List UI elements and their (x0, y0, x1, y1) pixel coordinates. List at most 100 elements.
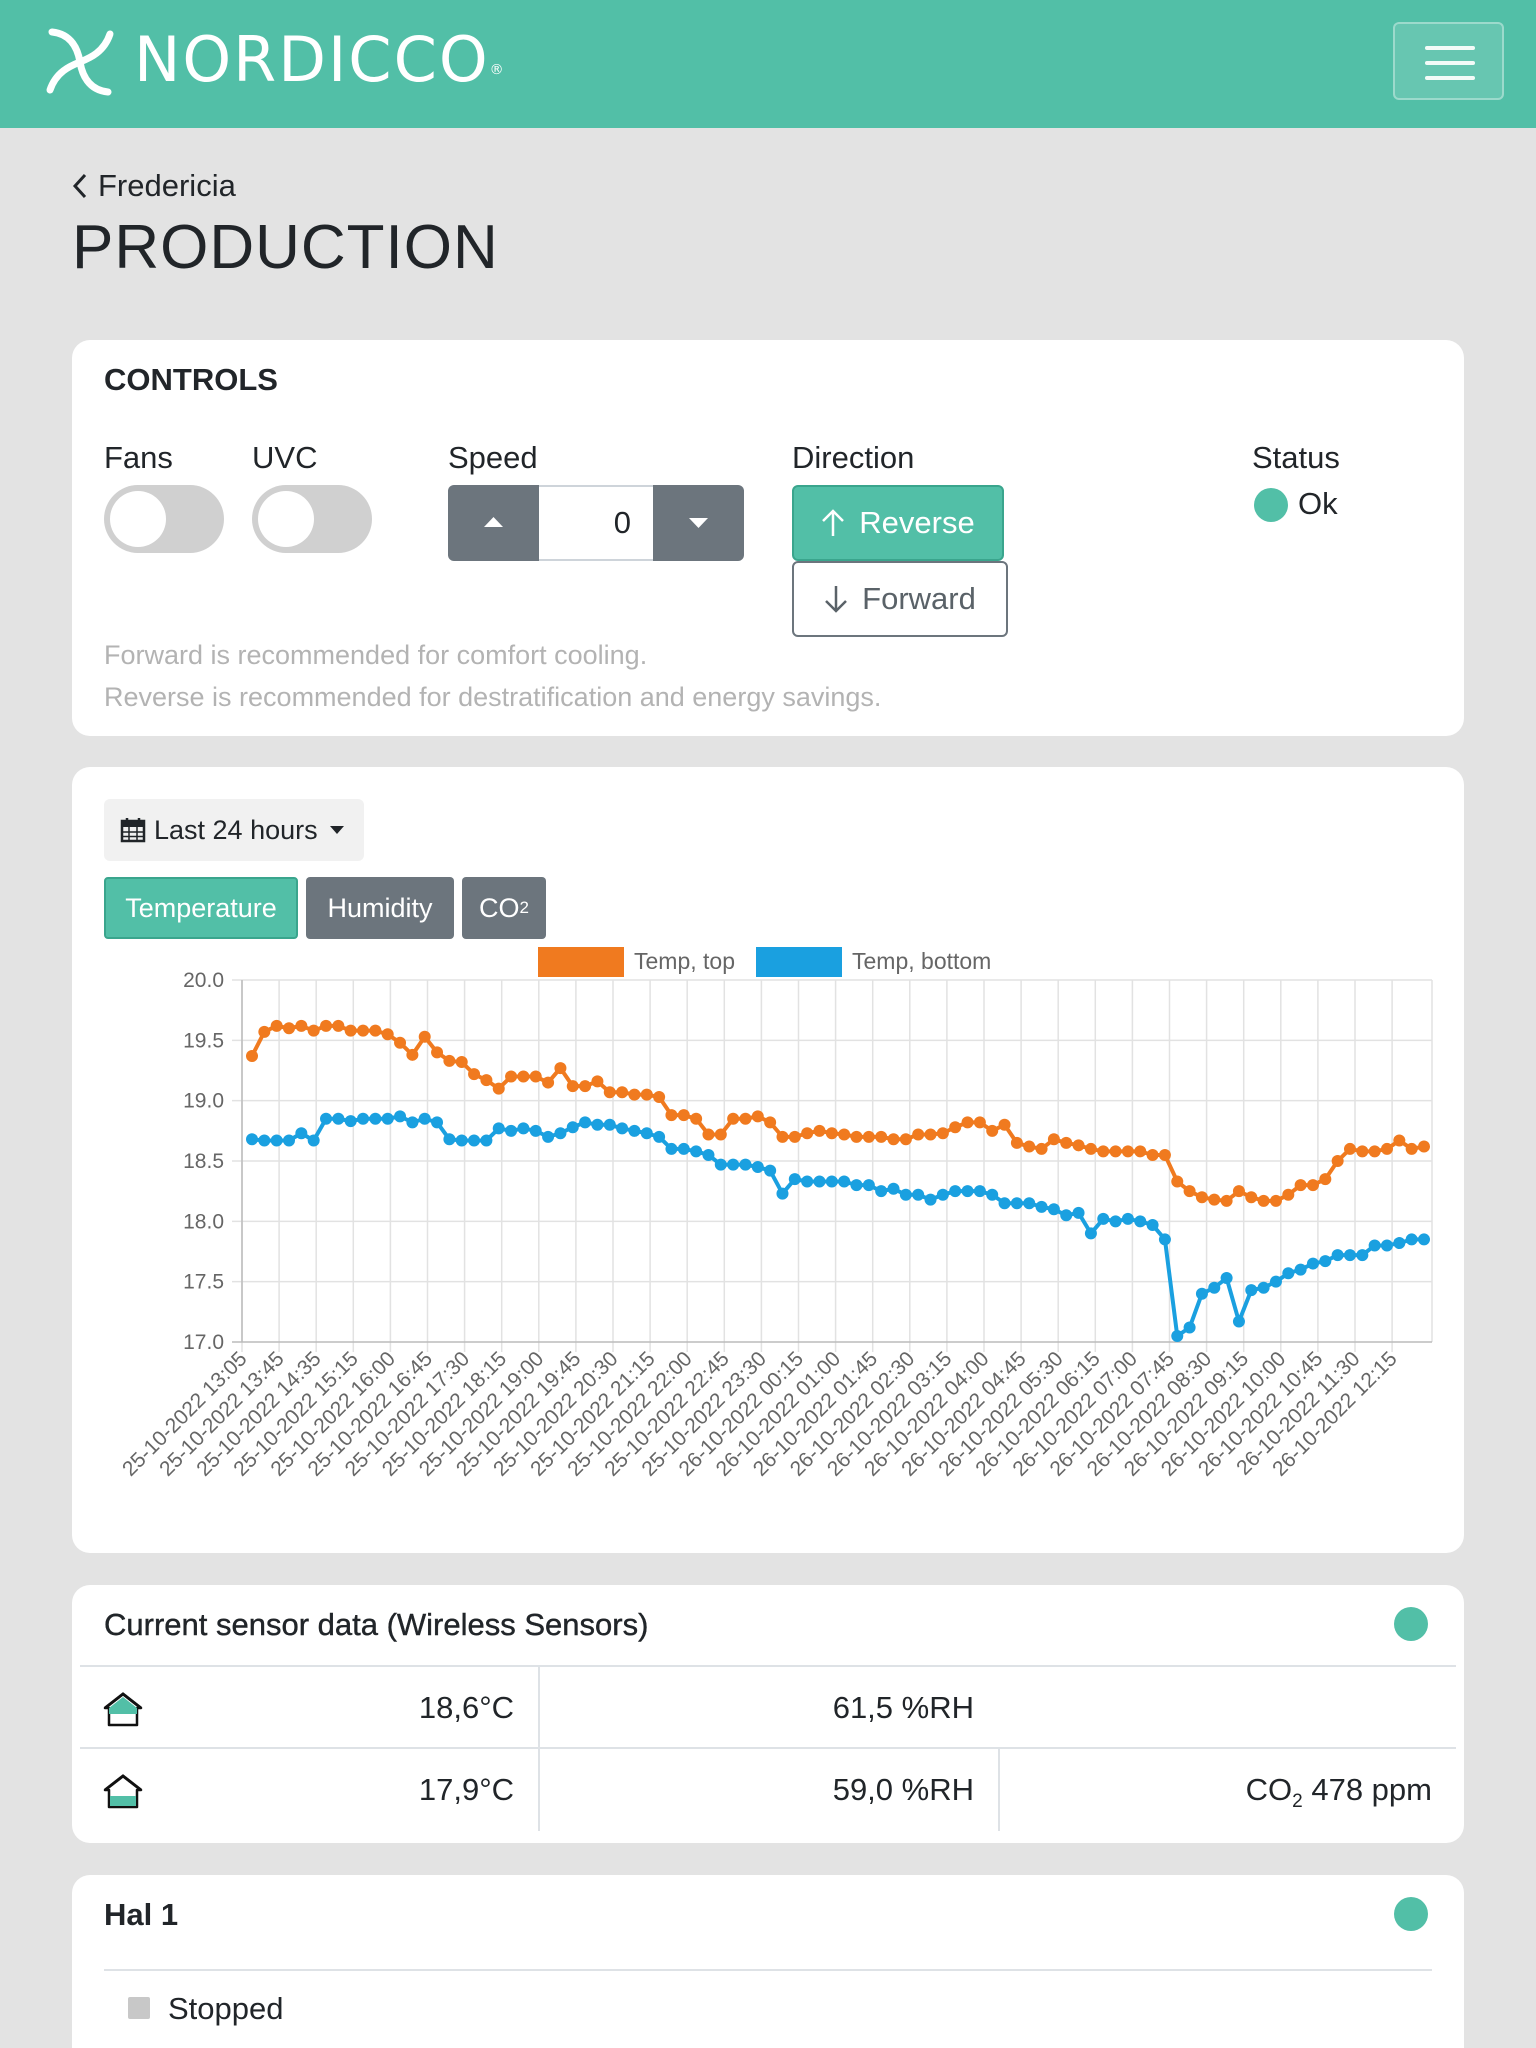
data-point (1269, 1275, 1282, 1288)
data-point (875, 1185, 888, 1198)
y-tick-label: 17.0 (183, 1331, 224, 1354)
uvc-toggle[interactable] (252, 485, 372, 553)
menu-toggle-button[interactable] (1393, 22, 1504, 100)
tab-humidity[interactable]: Humidity (306, 877, 454, 939)
speed-value-input[interactable]: 0 (539, 485, 653, 561)
data-point (862, 1130, 875, 1143)
data-point (813, 1175, 826, 1188)
data-point (776, 1187, 789, 1200)
data-point (1257, 1281, 1270, 1294)
data-point (542, 1130, 555, 1143)
data-point (1380, 1239, 1393, 1252)
data-point (924, 1193, 937, 1206)
data-point (357, 1112, 370, 1125)
data-point (1195, 1287, 1208, 1300)
data-point (603, 1086, 616, 1099)
data-point (492, 1122, 505, 1135)
divider (104, 1969, 1432, 1971)
data-point (591, 1075, 604, 1088)
brand-logo[interactable]: NORDICCO® (134, 22, 506, 98)
data-point (418, 1030, 431, 1043)
caret-up-icon (484, 517, 503, 527)
sensor-table: 18,6°C 61,5 %RH 17,9°C 59,0 %RH CO2 478 … (80, 1665, 1456, 1831)
uvc-label: UVC (252, 440, 318, 475)
data-point (1010, 1136, 1023, 1149)
data-point (973, 1185, 986, 1198)
data-point (986, 1124, 999, 1137)
toggle-knob (258, 491, 314, 547)
chevron-left-icon (72, 173, 87, 199)
data-point (283, 1134, 296, 1147)
data-point (1282, 1188, 1295, 1201)
data-point (825, 1175, 838, 1188)
pinwheel-logo-icon[interactable] (42, 24, 118, 100)
back-link[interactable]: Fredericia (72, 168, 236, 204)
tab-temperature[interactable]: Temperature (104, 877, 298, 939)
data-point (554, 1127, 567, 1140)
temperature-line-chart: Temp, top Temp, bottom25-10-2022 13:0525-… (118, 947, 1433, 1481)
fans-toggle[interactable] (104, 485, 224, 553)
y-tick-label: 20.0 (183, 969, 224, 992)
data-point (1343, 1249, 1356, 1262)
data-point (739, 1158, 752, 1171)
data-point (431, 1116, 444, 1129)
data-point (1343, 1142, 1356, 1155)
hal-card: Hal 1 Stopped (72, 1875, 1464, 2048)
data-point (381, 1112, 394, 1125)
data-point (690, 1145, 703, 1158)
sensor-data-heading: Current sensor data (Wireless Sensors) (104, 1607, 649, 1642)
data-point (1047, 1203, 1060, 1216)
data-point (1257, 1194, 1270, 1207)
data-point (1245, 1284, 1258, 1297)
data-point (924, 1128, 937, 1141)
data-point (727, 1112, 740, 1125)
data-point (517, 1070, 530, 1083)
data-point (369, 1024, 382, 1037)
data-point (418, 1112, 431, 1125)
data-point (566, 1080, 579, 1093)
data-point (640, 1088, 653, 1101)
data-point (1356, 1145, 1369, 1158)
data-point (1393, 1237, 1406, 1250)
data-point (369, 1112, 382, 1125)
tab-co2[interactable]: CO 2 (462, 877, 546, 939)
data-point (1060, 1209, 1073, 1222)
stopped-status-icon (128, 1997, 150, 2019)
data-point (653, 1091, 666, 1104)
data-point (1306, 1179, 1319, 1192)
forward-button[interactable]: Forward (792, 561, 1008, 637)
legend-swatch (756, 947, 842, 977)
reverse-button[interactable]: Reverse (792, 485, 1004, 561)
data-point (406, 1116, 419, 1129)
data-point (862, 1179, 875, 1192)
speed-increase-button[interactable] (448, 485, 539, 561)
fans-label: Fans (104, 440, 173, 475)
data-point (480, 1134, 493, 1147)
data-point (1208, 1193, 1221, 1206)
data-point (702, 1128, 715, 1141)
data-point (1023, 1197, 1036, 1210)
data-point (788, 1130, 801, 1143)
legend-label: Temp, top (634, 948, 735, 974)
y-tick-label: 19.0 (183, 1090, 224, 1113)
data-point (1368, 1145, 1381, 1158)
data-point (961, 1116, 974, 1129)
data-point (998, 1197, 1011, 1210)
data-point (1084, 1142, 1097, 1155)
forward-label: Forward (862, 581, 976, 616)
status-label: Status (1252, 440, 1340, 475)
data-point (406, 1048, 419, 1061)
data-point (702, 1148, 715, 1161)
data-point (961, 1185, 974, 1198)
data-point (480, 1074, 493, 1087)
data-point (307, 1024, 320, 1037)
data-point (1010, 1197, 1023, 1210)
data-point (1035, 1200, 1048, 1213)
speed-decrease-button[interactable] (653, 485, 744, 561)
speed-label: Speed (448, 440, 538, 475)
data-point (1072, 1206, 1085, 1219)
data-point (1405, 1142, 1418, 1155)
top-navbar: NORDICCO® (0, 0, 1536, 128)
data-point (665, 1109, 678, 1122)
time-range-dropdown[interactable]: Last 24 hours (104, 799, 364, 861)
